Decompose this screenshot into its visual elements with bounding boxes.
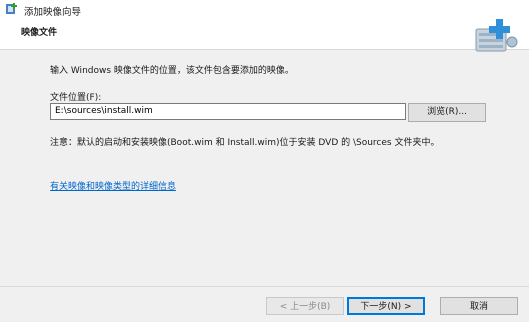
back-button[interactable]: < 上一步(B) xyxy=(266,297,344,315)
wizard-content: 输入 Windows 映像文件的位置，该文件包含要添加的映像。 文件位置(F):… xyxy=(0,50,529,285)
next-button[interactable]: 下一步(N) > xyxy=(347,297,425,315)
wizard-header: 映像文件 xyxy=(0,19,529,52)
file-location-label: 文件位置(F): xyxy=(50,93,102,103)
browse-button[interactable]: 浏览(R)... xyxy=(408,103,486,122)
page-title: 映像文件 xyxy=(21,28,58,38)
wizard-footer: < 上一步(B) 下一步(N) > 取消 xyxy=(0,286,529,322)
server-image-icon xyxy=(475,19,518,52)
instruction-text: 输入 Windows 映像文件的位置，该文件包含要添加的映像。 xyxy=(50,66,294,76)
add-image-icon xyxy=(6,3,17,14)
title-bar: 添加映像向导 xyxy=(0,0,529,20)
note-text: 注意：默认的启动和安装映像(Boot.wim 和 Install.wim)位于安… xyxy=(50,138,440,148)
more-info-link[interactable]: 有关映像和映像类型的详细信息 xyxy=(50,179,176,192)
window-title: 添加映像向导 xyxy=(24,7,82,18)
file-location-input[interactable]: E:\sources\install.wim xyxy=(50,103,406,120)
cancel-button[interactable]: 取消 xyxy=(440,297,518,315)
